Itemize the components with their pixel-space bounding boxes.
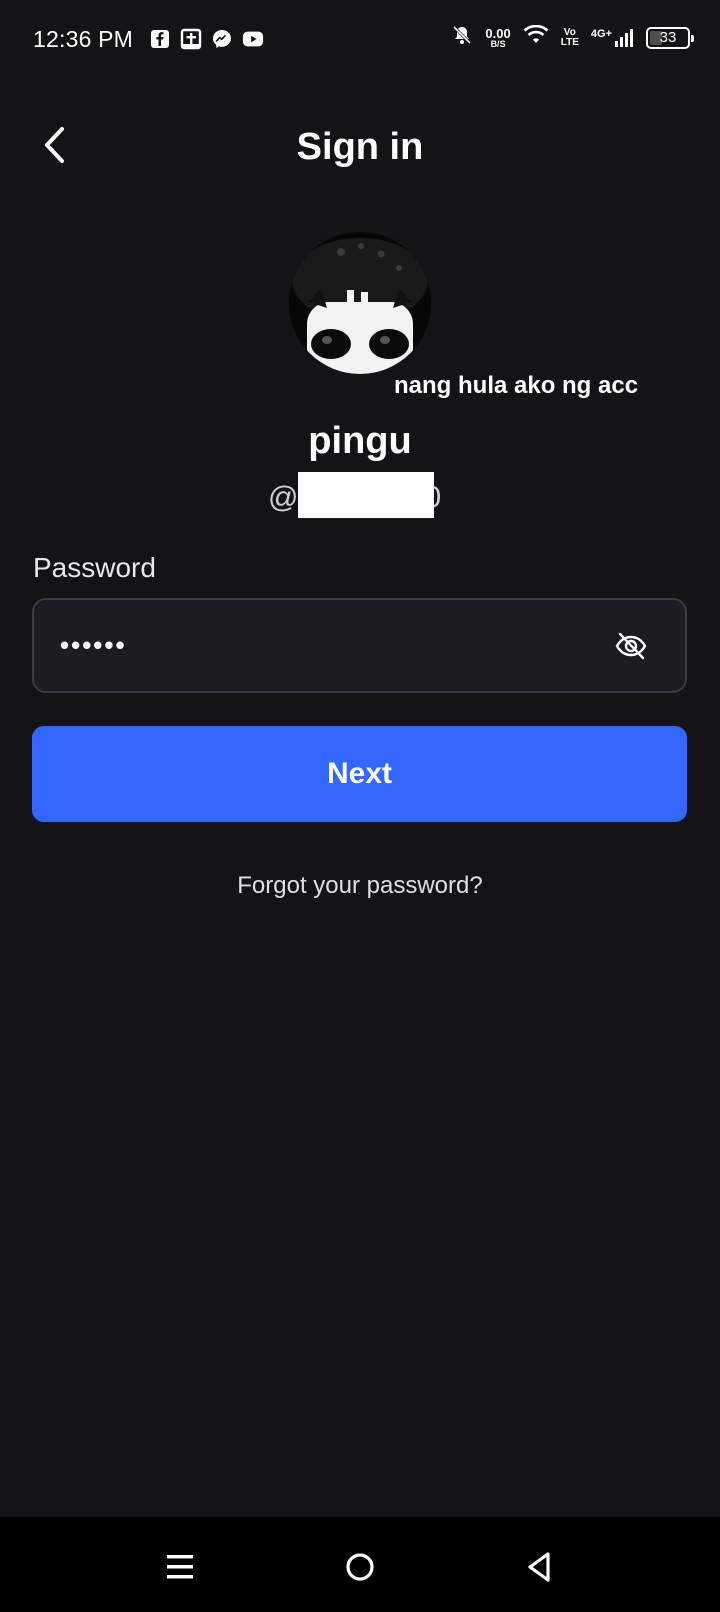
status-bar: 12:36 PM 0.00 B/S Vo LTE 4G+ 33 [0,0,720,80]
avatar [289,232,431,374]
back-nav-button[interactable] [520,1547,560,1587]
youtube-icon [242,28,264,50]
notification-icons [149,28,264,50]
wifi-icon [523,24,549,50]
password-label: Password [33,552,156,583]
password-field[interactable]: •••••• [32,598,687,693]
recent-apps-button[interactable] [160,1547,200,1587]
forgot-password-link[interactable]: Forgot your password? [0,872,720,900]
network-type: 4G+ [590,27,612,40]
bible-icon [180,28,202,50]
system-icons: 0.00 B/S Vo LTE 4G+ 33 [451,24,694,51]
battery-indicator: 33 [646,26,694,49]
volte-indicator: Vo LTE [560,26,579,48]
redaction-mask [298,472,435,518]
messenger-icon [211,28,233,50]
signal-strength: 4G+ [591,28,634,48]
toggle-password-visibility-button[interactable] [613,628,649,664]
home-button[interactable] [340,1547,380,1587]
triangle-back-icon [528,1552,550,1582]
password-value[interactable]: •••••• [60,630,127,661]
signal-icon [615,28,633,47]
next-button[interactable]: Next [32,726,687,822]
eye-off-icon [615,632,647,660]
circle-icon [346,1553,374,1581]
navigation-bar [0,1517,720,1612]
network-speed: 0.00 B/S [485,25,511,49]
status-time: 12:36 PM [33,26,134,52]
page-title: Sign in [296,126,424,168]
display-name: pingu [308,420,412,462]
menu-icon [167,1555,193,1579]
facebook-icon [149,28,171,50]
muted-bell-icon [451,24,473,51]
overlay-caption: nang hula ako ng acc [394,372,639,399]
username: @0 [268,472,441,522]
